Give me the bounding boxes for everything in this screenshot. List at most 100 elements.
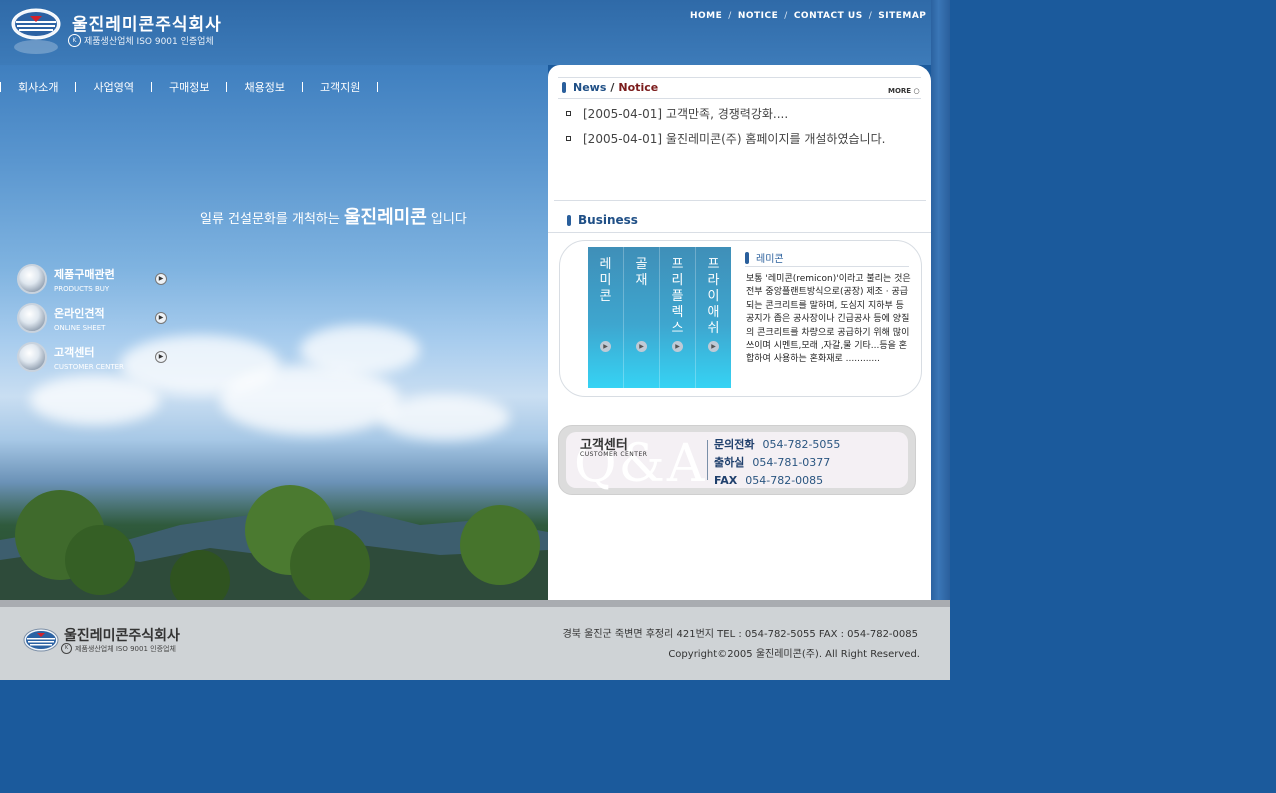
play-arrow-icon[interactable]: ▶ [155, 351, 167, 363]
footer-copyright: Copyright©2005 울진레미콘(주). All Right Reser… [668, 649, 920, 660]
nav-customer-support[interactable]: 고객지원 [320, 79, 360, 95]
nav-divider [377, 82, 379, 92]
hero-banner: 회사소개 사업영역 구매정보 채용정보 고객지원 일류 건설문화를 개척하는 울… [0, 65, 548, 600]
sitemap-link[interactable]: SITEMAP [878, 11, 926, 21]
quick-link-subtitle: PRODUCTS BUY [54, 284, 110, 293]
home-link[interactable]: HOME [690, 11, 722, 21]
contact-label: FAX [714, 474, 738, 487]
play-arrow-icon[interactable]: ▶ [708, 341, 719, 352]
more-label: MORE [888, 87, 912, 95]
quick-link-subtitle: CUSTOMER CENTER [54, 362, 124, 371]
nav-purchase-info[interactable]: 구매정보 [169, 79, 209, 95]
cloud-image [220, 365, 400, 435]
content-panel: News / Notice MORE ○ [2005-04-01] 고객만족, … [548, 65, 931, 600]
play-arrow-icon[interactable]: ▶ [155, 312, 167, 324]
business-box: 레미콘 ▶ 골재 ▶ 프리플렉스 ▶ 프라이애쉬 ▶ 레미콘 보통 '레미콘(r… [559, 240, 922, 397]
quick-link-title: 온라인견적 [54, 306, 105, 320]
news-list: [2005-04-01] 고객만족, 경쟁력강화.... [2005-04-01… [566, 101, 885, 151]
business-detail-title: 레미콘 [745, 250, 784, 265]
right-edge-decoration [931, 0, 950, 600]
mountain-trees-image [0, 485, 548, 600]
contact-value: 054-782-0085 [745, 474, 824, 487]
business-columns: 레미콘 ▶ 골재 ▶ 프리플렉스 ▶ 프라이애쉬 ▶ [588, 247, 731, 388]
divider [554, 200, 926, 201]
quick-link-online-sheet[interactable]: 온라인견적 ONLINE SHEET ▶ [17, 303, 172, 333]
nav-company-intro[interactable]: 회사소개 [18, 79, 58, 95]
quick-link-title: 제품구매관련 [54, 267, 115, 281]
separator: / [784, 11, 788, 21]
title-separator: / [610, 81, 615, 94]
contact-row-fax: FAX 054-782-0085 [714, 472, 840, 490]
iso-subtitle-text: 제품생산업체 ISO 9001 인증업체 [84, 37, 214, 47]
company-name: 울진레미콘주식회사 [72, 15, 222, 35]
customer-center-subtitle: CUSTOMER CENTER [580, 451, 648, 458]
quick-link-customer-center[interactable]: 고객센터 CUSTOMER CENTER ▶ [17, 342, 172, 372]
section-bar-icon [562, 82, 566, 93]
list-item[interactable]: [2005-04-01] 울진레미콘(주) 홈페이지를 개설하였습니다. [566, 126, 885, 151]
business-item-label: 프라이애쉬 [707, 257, 720, 336]
business-item-aggregate[interactable]: 골재 ▶ [624, 247, 660, 388]
nav-divider [150, 82, 152, 92]
business-item-fly-ash[interactable]: 프라이애쉬 ▶ [696, 247, 731, 388]
divider [558, 77, 921, 78]
business-item-label: 프리플렉스 [671, 257, 684, 336]
play-arrow-icon[interactable]: ▶ [600, 341, 611, 352]
iso-badge-icon: K [68, 34, 81, 47]
footer-divider [0, 600, 950, 607]
quick-link-products-buy[interactable]: 제품구매관련 PRODUCTS BUY ▶ [17, 264, 172, 294]
bullet-icon [566, 136, 571, 141]
footer-address: 경북 울진군 죽변면 후정리 421번지 TEL : 054-782-5055 … [562, 629, 918, 640]
contact-row-phone: 문의전화 054-782-5055 [714, 436, 840, 454]
sphere-icon [17, 264, 47, 294]
business-item-label: 레미콘 [599, 257, 612, 304]
quick-link-text: 제품구매관련 PRODUCTS BUY [54, 266, 115, 293]
site-container: 울진레미콘주식회사 K 제품생산업체 ISO 9001 인증업체 HOME / … [0, 0, 950, 680]
customer-center-inner: Q&A 고객센터 CUSTOMER CENTER 문의전화 054-782-505… [566, 432, 908, 494]
business-item-preflex[interactable]: 프리플렉스 ▶ [660, 247, 696, 388]
quick-link-text: 온라인견적 ONLINE SHEET [54, 305, 105, 332]
news-item-text[interactable]: [2005-04-01] 고객만족, 경쟁력강화.... [583, 105, 788, 122]
contact-us-link[interactable]: CONTACT US [794, 11, 863, 21]
company-emblem-icon[interactable] [10, 7, 62, 57]
divider [707, 440, 708, 480]
play-arrow-icon[interactable]: ▶ [636, 341, 647, 352]
sphere-icon [17, 342, 47, 372]
top-links: HOME / NOTICE / CONTACT US / SITEMAP [690, 11, 926, 21]
news-notice-title: News / Notice [562, 81, 658, 94]
business-detail-text: 보통 '레미콘(remicon)'이라고 불리는 것은 전부 중앙플랜트방식으로… [746, 274, 911, 365]
play-arrow-icon[interactable]: ▶ [672, 341, 683, 352]
nav-business-area[interactable]: 사업영역 [93, 79, 133, 95]
notice-label[interactable]: Notice [618, 81, 658, 94]
contact-value: 054-782-5055 [762, 438, 841, 451]
quick-link-subtitle: ONLINE SHEET [54, 323, 106, 332]
cloud-image [30, 375, 160, 425]
news-label[interactable]: News [573, 81, 606, 94]
news-item-text[interactable]: [2005-04-01] 울진레미콘(주) 홈페이지를 개설하였습니다. [583, 130, 885, 147]
business-item-remicon[interactable]: 레미콘 ▶ [588, 247, 624, 388]
nav-recruit-info[interactable]: 채용정보 [244, 79, 284, 95]
iso-badge-icon: K [61, 643, 72, 654]
list-item[interactable]: [2005-04-01] 고객만족, 경쟁력강화.... [566, 101, 885, 126]
more-button[interactable]: MORE ○ [888, 87, 920, 95]
play-arrow-icon[interactable]: ▶ [155, 273, 167, 285]
cloud-image [380, 395, 510, 440]
company-emblem-icon [23, 628, 59, 652]
sphere-icon [17, 303, 47, 333]
notice-link[interactable]: NOTICE [738, 11, 778, 21]
nav-divider [226, 82, 228, 92]
quick-link-text: 고객센터 CUSTOMER CENTER [54, 344, 124, 371]
contact-label: 문의전화 [714, 438, 755, 451]
quick-link-title: 고객센터 [54, 345, 95, 359]
customer-center-box[interactable]: Q&A 고객센터 CUSTOMER CENTER 문의전화 054-782-505… [558, 425, 916, 495]
slogan-brand: 울진레미콘 [343, 207, 427, 228]
hero-slogan: 일류 건설문화를 개척하는 울진레미콘 입니다 [200, 203, 467, 229]
business-title: Business [567, 213, 638, 227]
bullet-icon [566, 111, 571, 116]
contact-info: 문의전화 054-782-5055 출하실 054-781-0377 FAX 054-… [714, 436, 840, 490]
separator: / [868, 11, 873, 21]
footer: 울진레미콘주식회사 K 제품생산업체 ISO 9001 인증업체 경북 울진군 … [0, 607, 950, 680]
contact-value: 054-781-0377 [752, 456, 831, 469]
header: 울진레미콘주식회사 K 제품생산업체 ISO 9001 인증업체 HOME / … [0, 0, 931, 65]
nav-divider [0, 82, 1, 92]
business-detail-title-text: 레미콘 [756, 254, 784, 265]
